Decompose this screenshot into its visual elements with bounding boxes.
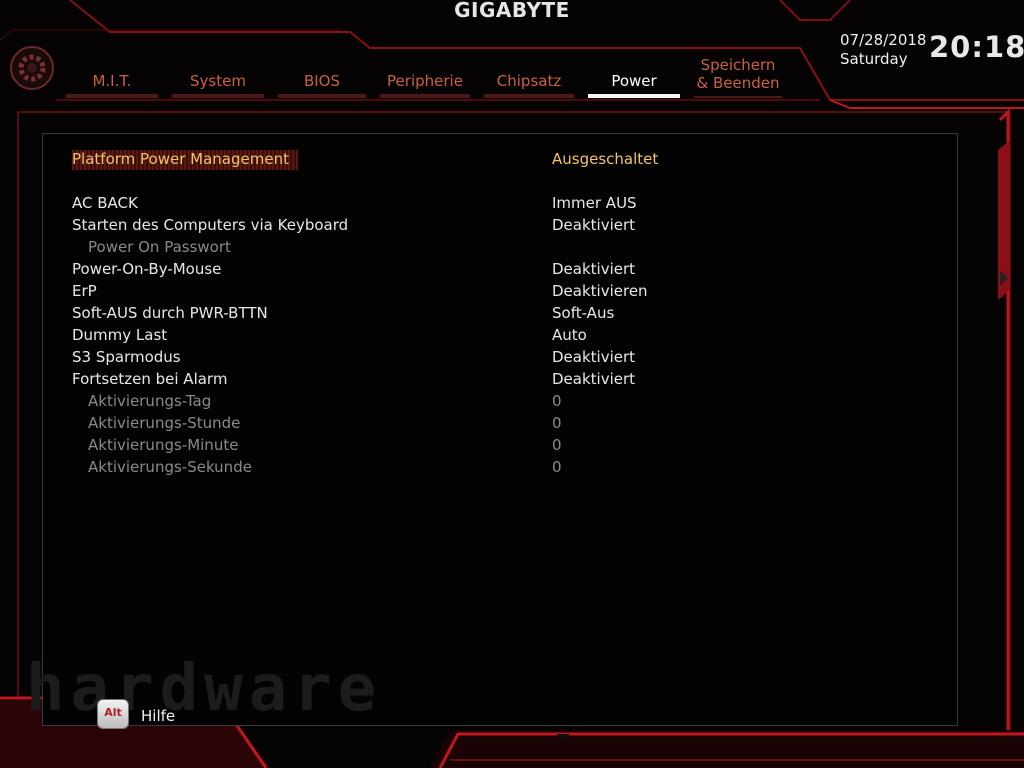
setting-value: Deaktiviert [552,216,636,234]
tab-label-line1: Speichern [700,56,776,74]
setting-value: Auto [552,326,587,344]
setting-value: Ausgeschaltet [552,150,659,168]
setting-label: Platform Power Management [72,150,289,168]
tab-underline [172,94,264,98]
setting-row-platform-power-management[interactable]: Platform Power Management Ausgeschaltet [72,148,932,170]
setting-row-wake-second: Aktivierungs-Sekunde 0 [72,456,932,478]
setting-label: Power-On-By-Mouse [72,260,222,278]
setting-value: Deaktiviert [552,348,636,366]
setting-label: Aktivierungs-Minute [88,436,239,454]
setting-label: Soft-AUS durch PWR-BTTN [72,304,268,322]
tab-mit[interactable]: M.I.T. [66,56,158,98]
setting-value: 0 [552,414,562,432]
setting-label: AC BACK [72,194,138,212]
tab-peripherie[interactable]: Peripherie [380,56,470,98]
setting-label: Power On Passwort [88,238,231,256]
setting-value: Deaktiviert [552,370,636,388]
setting-label: Aktivierungs-Tag [88,392,212,410]
day-text: Saturday [840,50,908,68]
setting-label: Dummy Last [72,326,168,344]
tab-label: Chipsatz [496,72,562,90]
settings-gear-icon[interactable] [8,40,56,96]
tab-label: Peripherie [387,72,463,90]
tab-underline [694,96,782,98]
setting-label: Aktivierungs-Stunde [88,414,241,432]
clock-time: 20:18 [929,30,1024,64]
hardware-watermark: hardware [26,652,383,726]
tab-label: BIOS [303,72,341,90]
tab-label: System [190,72,246,90]
setting-row-ac-back[interactable]: AC BACK Immer AUS [72,192,932,214]
alt-key-icon[interactable]: Alt [97,699,129,729]
setting-label: S3 Sparmodus [72,348,181,366]
setting-row-wake-day: Aktivierungs-Tag 0 [72,390,932,412]
tab-underline [278,94,366,98]
setting-label: Starten des Computers via Keyboard [72,216,349,234]
setting-row-wake-minute: Aktivierungs-Minute 0 [72,434,932,456]
setting-value: Deaktivieren [552,282,648,300]
tab-label: M.I.T. [92,72,132,90]
tab-system[interactable]: System [172,56,264,98]
help-label: Hilfe [141,707,176,725]
setting-row-soft-off-pwr-bttn[interactable]: Soft-AUS durch PWR-BTTN Soft-Aus [72,302,932,324]
setting-row-wake-hour: Aktivierungs-Stunde 0 [72,412,932,434]
date-display: 07/28/2018 Saturday [840,31,926,69]
tab-underline [380,94,470,98]
setting-row-dummy-load[interactable]: Dummy Last Auto [72,324,932,346]
tab-chipsatz[interactable]: Chipsatz [484,56,574,98]
setting-label: Fortsetzen bei Alarm [72,370,228,388]
brand-logo: GIGABYTE [454,0,570,22]
setting-row-erp[interactable]: ErP Deaktivieren [72,280,932,302]
setting-value: Soft-Aus [552,304,615,322]
setting-row-resume-by-alarm[interactable]: Fortsetzen bei Alarm Deaktiviert [72,368,932,390]
tab-save-exit[interactable]: Speichern & Beenden [694,56,782,98]
setting-label: Aktivierungs-Sekunde [88,458,252,476]
setting-label: ErP [72,282,97,300]
setting-row-s3-mode[interactable]: S3 Sparmodus Deaktiviert [72,346,932,368]
gear-icon [10,46,54,90]
tab-underline [484,94,574,98]
tab-label-line2: & Beenden [696,74,780,92]
tab-bios[interactable]: BIOS [278,56,366,98]
setting-value: 0 [552,392,562,410]
setting-value: 0 [552,458,562,476]
setting-value: Immer AUS [552,194,637,212]
tab-underline [588,94,680,98]
setting-row-power-on-by-mouse[interactable]: Power-On-By-Mouse Deaktiviert [72,258,932,280]
tab-power[interactable]: Power [588,56,680,98]
setting-value: Deaktiviert [552,260,636,278]
date-text: 07/28/2018 [840,31,927,49]
tab-label: Power [611,72,657,90]
setting-value: 0 [552,436,562,454]
tab-underline [66,94,158,98]
setting-row-keyboard-power-on[interactable]: Starten des Computers via Keyboard Deakt… [72,214,932,236]
setting-row-power-on-password: Power On Passwort [72,236,932,258]
